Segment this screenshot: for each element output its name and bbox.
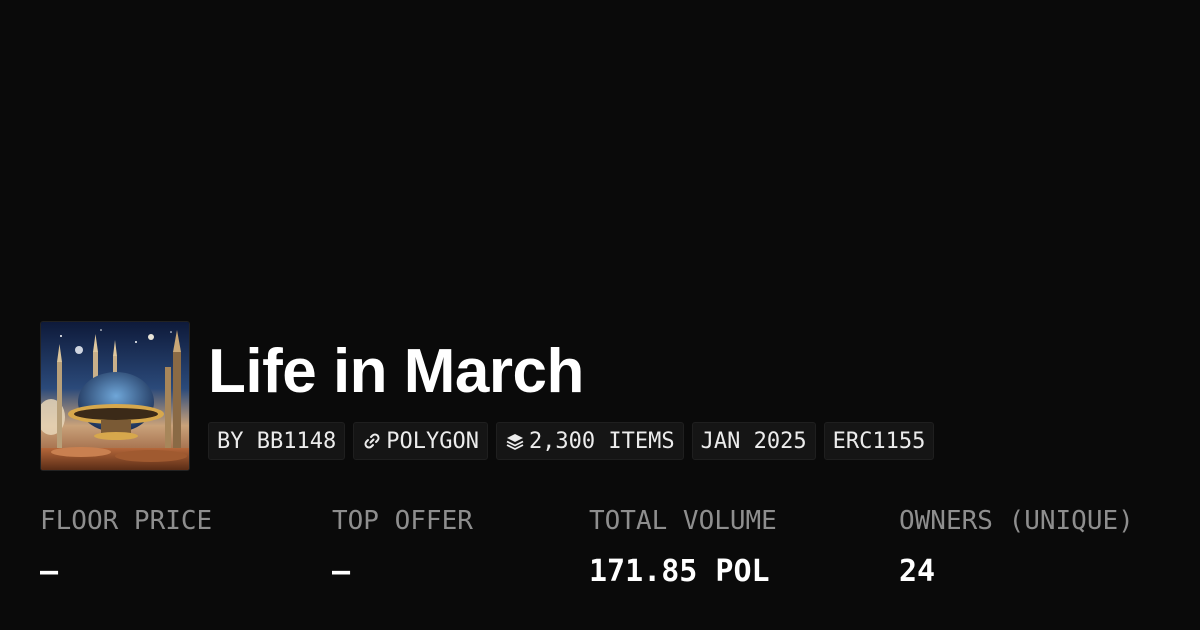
collection-image[interactable]	[40, 321, 190, 471]
date-label: JAN 2025	[700, 428, 807, 454]
stat-value: 24	[899, 554, 936, 589]
stat-top-offer: TOP OFFER —	[332, 505, 473, 588]
stats-row: FLOOR PRICE — TOP OFFER — TOTAL VOLUME 1…	[0, 505, 1200, 605]
chain-tag[interactable]: POLYGON	[353, 422, 488, 460]
stat-label: TOTAL VOLUME	[589, 506, 777, 536]
stat-label: FLOOR PRICE	[40, 506, 213, 536]
stat-label: TOP OFFER	[332, 506, 473, 536]
standard-tag: ERC1155	[823, 422, 935, 460]
layers-icon	[505, 431, 525, 451]
stat-label: OWNERS (UNIQUE)	[899, 506, 1134, 536]
stat-value: —	[332, 554, 351, 589]
collection-title: Life in March	[208, 337, 584, 406]
collection-header: Life in March BY BB1148 POLYGON 2,300 IT…	[40, 321, 935, 471]
tag-row: BY BB1148 POLYGON 2,300 ITEMS JAN 2025 E…	[208, 422, 935, 460]
stat-value: 171.85 POL	[589, 554, 770, 589]
link-icon	[362, 431, 382, 451]
stat-value: —	[40, 554, 59, 589]
chain-label: POLYGON	[386, 428, 479, 454]
title-block: Life in March BY BB1148 POLYGON 2,300 IT…	[208, 321, 935, 460]
creator-label: BY BB1148	[217, 428, 337, 454]
stat-floor-price: FLOOR PRICE —	[40, 505, 212, 588]
creator-tag[interactable]: BY BB1148	[208, 422, 346, 460]
date-tag: JAN 2025	[691, 422, 816, 460]
stat-total-volume: TOTAL VOLUME 171.85 POL	[589, 505, 777, 588]
items-tag[interactable]: 2,300 ITEMS	[495, 422, 684, 460]
items-label: 2,300 ITEMS	[528, 428, 675, 454]
collection-artwork	[41, 322, 189, 470]
standard-label: ERC1155	[832, 428, 926, 454]
stat-owners: OWNERS (UNIQUE) 24	[899, 505, 1134, 588]
